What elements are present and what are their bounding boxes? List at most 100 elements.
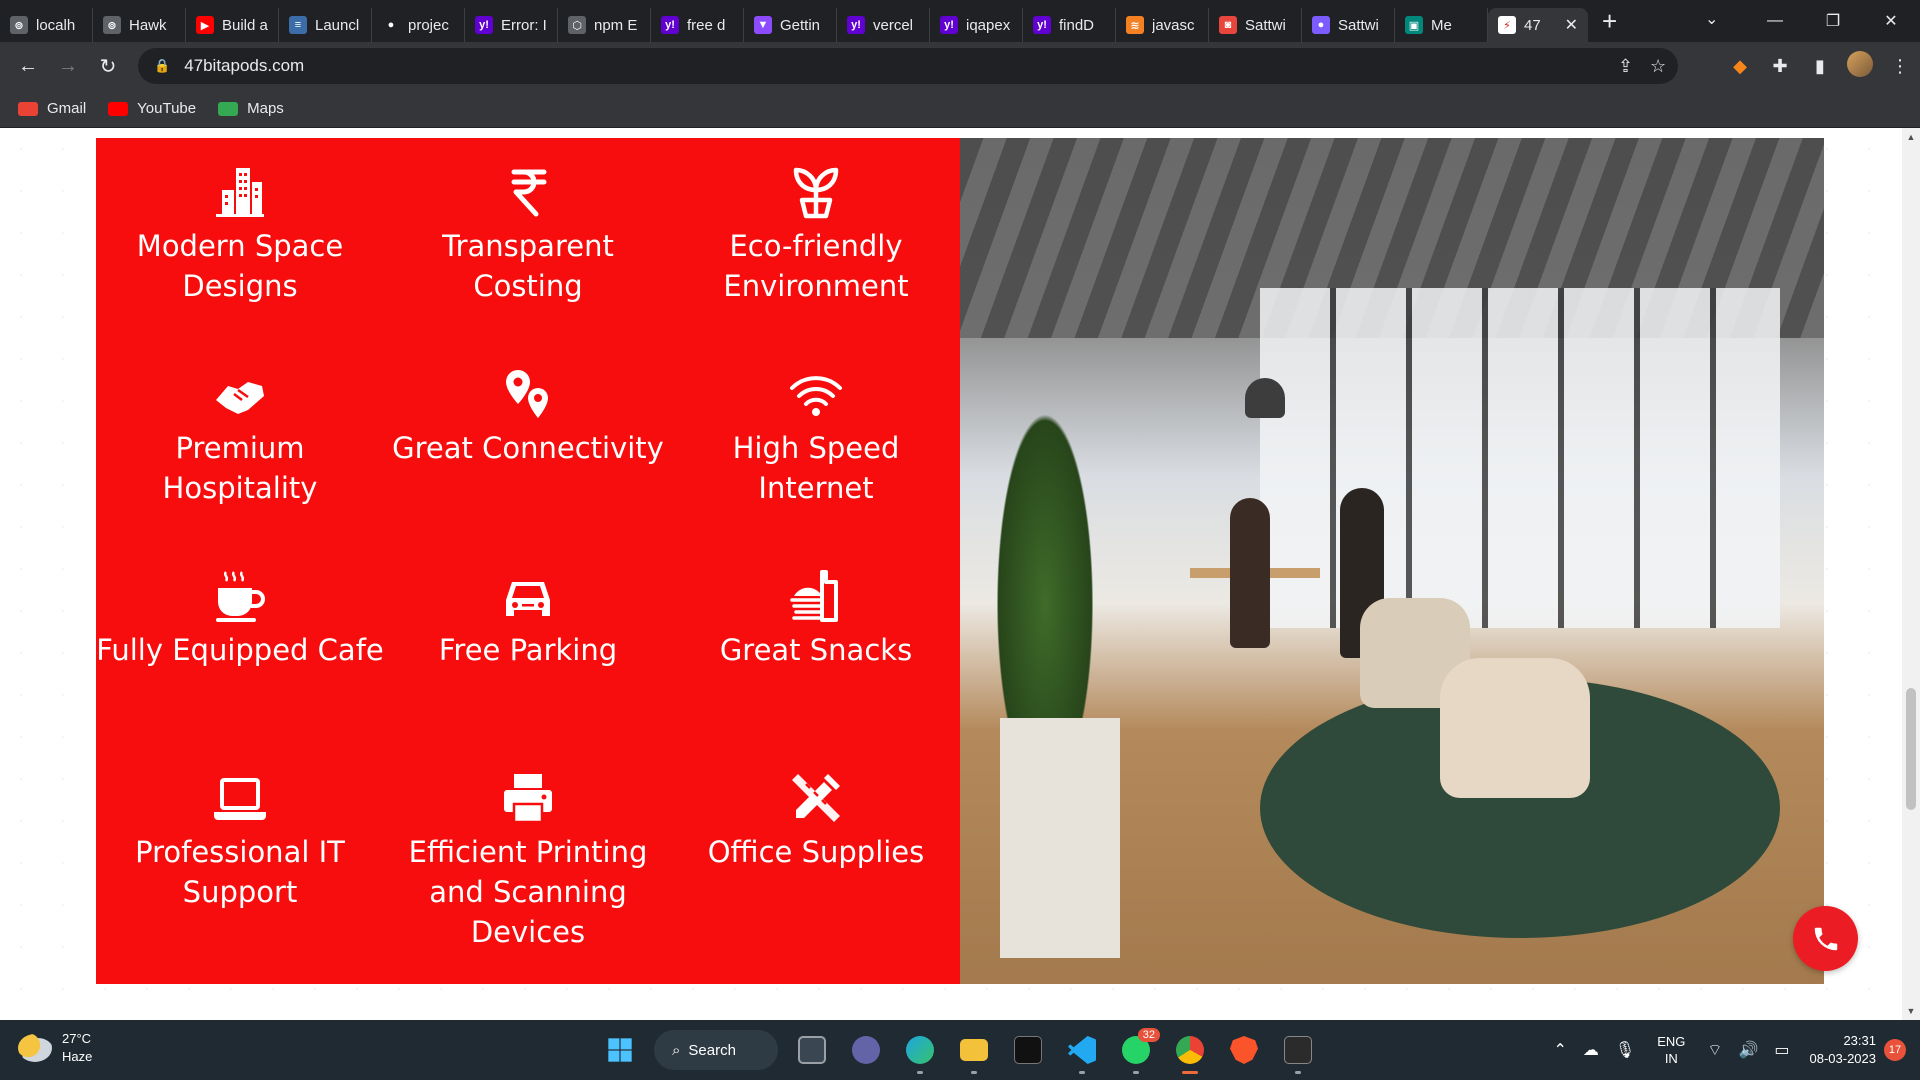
browser-tab[interactable]: ◙ Sattwi: [1209, 8, 1302, 42]
feature-item: Great Snacks: [672, 564, 960, 670]
plant-pot: [1000, 718, 1120, 958]
yahoo-icon: y!: [475, 16, 493, 34]
close-tab-icon[interactable]: ✕: [1565, 15, 1578, 35]
weather-widget[interactable]: 27°C Haze: [18, 1030, 92, 1066]
language-indicator[interactable]: ENG IN: [1657, 1033, 1685, 1067]
notification-badge[interactable]: 17: [1884, 1039, 1906, 1061]
browser-tab[interactable]: ● projec: [372, 8, 465, 42]
browser-tab[interactable]: ≡ Launcl: [279, 8, 372, 42]
tab-title: iqapex: [966, 16, 1011, 34]
new-tab-button[interactable]: +: [1602, 8, 1617, 34]
whatsapp-badge: 32: [1137, 1028, 1160, 1042]
tab-title: Launcl: [315, 16, 360, 34]
localhost-icon: ⊚: [10, 16, 28, 34]
close-window-icon[interactable]: ✕: [1862, 11, 1920, 31]
file-explorer-icon[interactable]: [954, 1030, 994, 1074]
chrome-icon[interactable]: [1170, 1030, 1210, 1074]
address-bar[interactable]: 🔒 47bitapods.com ⇪ ☆: [138, 48, 1678, 84]
bookmark-maps[interactable]: Maps: [218, 100, 284, 117]
profile-avatar[interactable]: [1840, 50, 1880, 82]
office-photo: [960, 138, 1824, 984]
whatsapp-icon[interactable]: 32: [1116, 1028, 1160, 1074]
browser-tab[interactable]: ● Sattwi: [1302, 8, 1395, 42]
browser-tab[interactable]: ≋ javasc: [1116, 8, 1209, 42]
feature-label: Transparent Costing: [442, 229, 614, 303]
feature-label: Premium Hospitality: [162, 431, 318, 505]
volume-icon[interactable]: 🔊: [1738, 1040, 1758, 1060]
browser-tab[interactable]: ⊚ Hawk: [93, 8, 186, 42]
tab-list: ⊚ localh ⊚ Hawk ▶ Build a ≡ Launcl ● projec y! Erro…: [0, 0, 1617, 42]
windows-taskbar: 27°C Haze ⌕ Search 32 ⌃ ☁ 🎙 ENG IN ⌔ 🔊 ▭: [0, 1020, 1920, 1080]
page-content: Modern Space Designs Transparent Costing E…: [0, 128, 1902, 1020]
browser-tab[interactable]: ▼ Gettin: [744, 8, 837, 42]
browser-tab-active[interactable]: ⚡ 47 ✕: [1488, 8, 1588, 42]
bookmarks-bar: Gmail YouTube Maps: [0, 90, 1920, 128]
reload-icon[interactable]: ↻: [88, 54, 128, 79]
forward-icon[interactable]: →: [48, 55, 88, 78]
vscode-icon[interactable]: [1062, 1030, 1102, 1074]
tab-title: Sattwi: [1338, 16, 1379, 34]
share-icon[interactable]: ⇪: [1618, 56, 1633, 77]
menu-icon[interactable]: ⋮: [1880, 56, 1920, 77]
browser-tab[interactable]: ⬡ npm E: [558, 8, 651, 42]
scroll-up-icon[interactable]: ▲: [1902, 132, 1920, 142]
edge-icon[interactable]: [900, 1030, 940, 1074]
call-button[interactable]: [1793, 906, 1858, 971]
back-icon[interactable]: ←: [8, 55, 48, 78]
wifi-tray-icon[interactable]: ⌔: [1707, 1040, 1722, 1060]
browser-tab[interactable]: ▶ Build a: [186, 8, 279, 42]
bookmark-youtube[interactable]: YouTube: [108, 100, 196, 117]
yahoo-icon: y!: [847, 16, 865, 34]
teams-chat-icon[interactable]: [846, 1030, 886, 1070]
scroll-down-icon[interactable]: ▼: [1902, 1006, 1920, 1016]
feature-label: Great Snacks: [719, 633, 913, 667]
clock[interactable]: 23:31 08-03-2023: [1810, 1032, 1877, 1068]
feature-label: Free Parking: [438, 633, 618, 667]
youtube-icon: [108, 101, 129, 116]
location-pins-icon: [384, 362, 672, 422]
bookmark-star-icon[interactable]: ☆: [1650, 56, 1666, 77]
extensions-icon[interactable]: ✚: [1760, 56, 1800, 77]
browser-tab[interactable]: y! iqapex: [930, 8, 1023, 42]
scrollbar-thumb[interactable]: [1906, 688, 1916, 810]
features-panel: Modern Space Designs Transparent Costing E…: [96, 138, 960, 984]
feature-item: Great Connectivity: [384, 362, 672, 468]
taskbar-search[interactable]: ⌕ Search: [654, 1030, 778, 1070]
start-icon[interactable]: [600, 1030, 640, 1070]
metamask-icon[interactable]: ◆: [1720, 56, 1760, 77]
page-scrollbar[interactable]: ▲ ▼: [1902, 128, 1920, 1020]
language-code: ENG: [1657, 1034, 1686, 1049]
taskbar-search-label: Search: [688, 1041, 736, 1059]
browser-tab[interactable]: ⊚ localh: [0, 8, 93, 42]
browser-tab[interactable]: y! Error: I: [465, 8, 558, 42]
microphone-icon[interactable]: 🎙: [1615, 1040, 1635, 1060]
url-text: 47bitapods.com: [184, 56, 305, 75]
side-panel-icon[interactable]: ▮: [1800, 56, 1840, 77]
browser-tab[interactable]: ▣ Me: [1395, 8, 1488, 42]
browser-tab[interactable]: y! findD: [1023, 8, 1116, 42]
restore-icon[interactable]: ❐: [1804, 11, 1862, 31]
search-icon: ⌕: [672, 1041, 681, 1059]
tab-title: findD: [1059, 16, 1095, 34]
tab-title: Build a: [222, 16, 268, 34]
tab-title: javasc: [1152, 16, 1195, 34]
tab-search-icon[interactable]: ⌄: [1705, 9, 1718, 29]
browser-tab[interactable]: y! free d: [651, 8, 744, 42]
tab-title: Me: [1431, 16, 1452, 34]
battery-icon[interactable]: ▭: [1774, 1040, 1789, 1060]
tray-chevron-icon[interactable]: ⌃: [1554, 1040, 1567, 1060]
app-icon: ◙: [1219, 16, 1237, 34]
taskbar-apps: ⌕ Search 32: [600, 1028, 1318, 1074]
terminal-icon[interactable]: [1008, 1030, 1048, 1070]
browser-tab[interactable]: y! vercel: [837, 8, 930, 42]
laptop-icon: [96, 766, 384, 826]
brave-icon[interactable]: [1224, 1030, 1264, 1070]
feature-item: Professional IT Support: [96, 766, 384, 912]
minimize-icon[interactable]: —: [1746, 12, 1804, 30]
task-view-icon[interactable]: [792, 1030, 832, 1070]
onedrive-icon[interactable]: ☁: [1583, 1040, 1599, 1060]
powershell-icon[interactable]: [1278, 1030, 1318, 1074]
lock-icon[interactable]: 🔒: [154, 58, 170, 74]
rupee-icon: [384, 160, 672, 220]
bookmark-gmail[interactable]: Gmail: [18, 100, 86, 117]
